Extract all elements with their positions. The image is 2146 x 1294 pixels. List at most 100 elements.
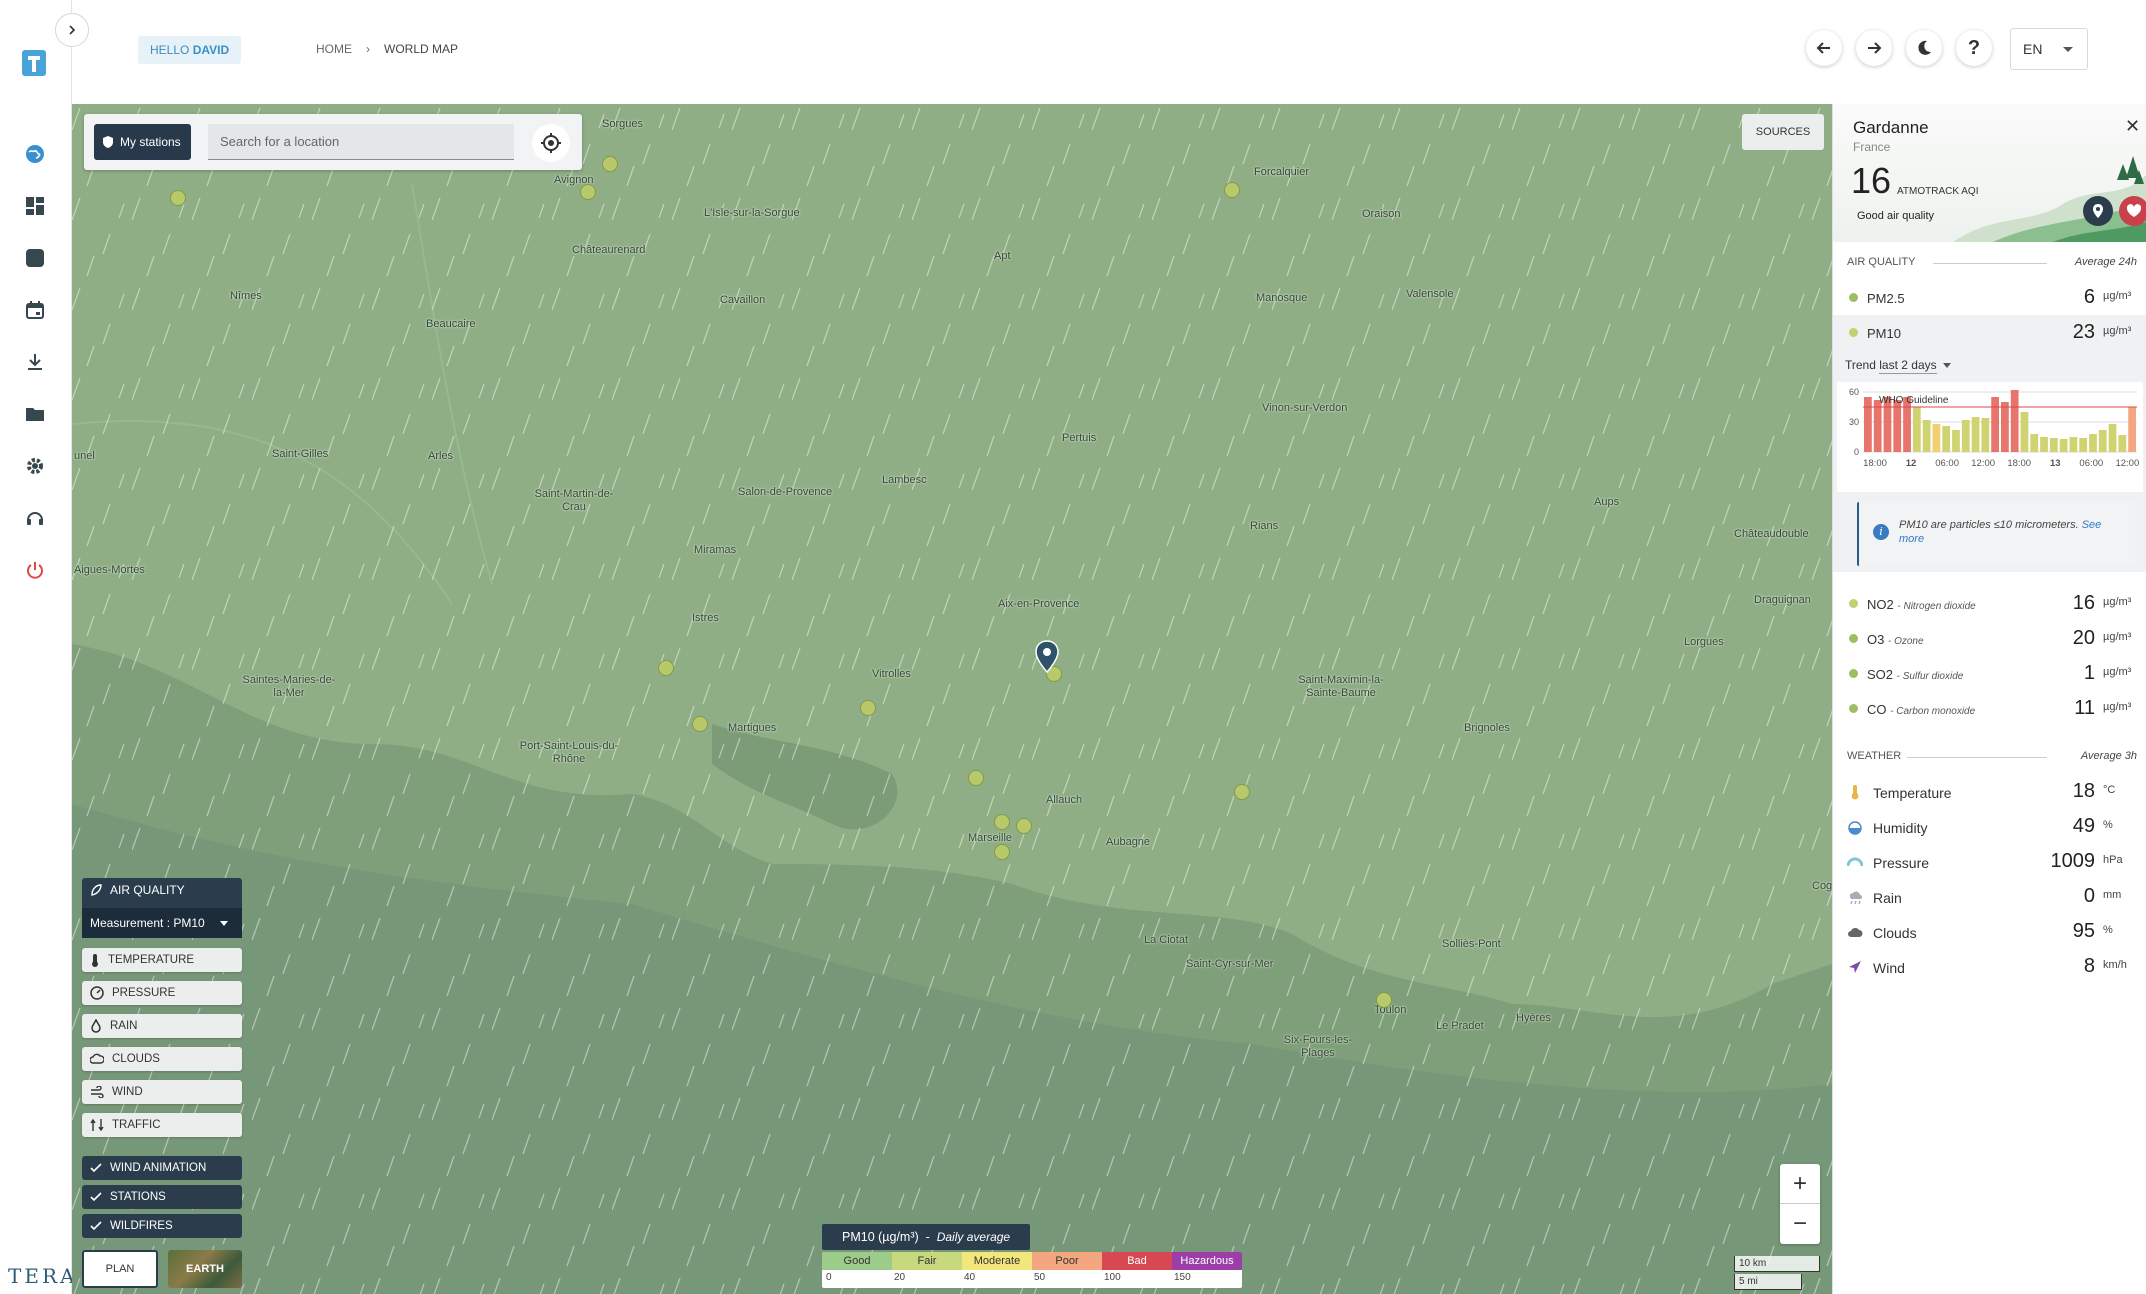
weather-value: 1009 <box>2050 850 2096 872</box>
station-marker[interactable] <box>994 814 1010 830</box>
pollutant-description: Nitrogen dioxide <box>1903 601 1976 612</box>
download-icon[interactable] <box>17 344 53 380</box>
pollutant-unit: µg/m³ <box>2103 290 2132 302</box>
back-button[interactable] <box>1806 30 1842 66</box>
pollutant-row-pm10[interactable]: PM10 23 µg/m³ <box>1833 315 2146 350</box>
chart-x-tick: 18:00 <box>2007 458 2031 469</box>
layer-traffic[interactable]: TRAFFIC <box>82 1113 242 1137</box>
search-input[interactable] <box>208 124 514 160</box>
layer-rain[interactable]: RAIN <box>82 1014 242 1038</box>
city-label: Arles <box>428 450 454 462</box>
status-dot <box>1849 599 1858 608</box>
pm10-legend: PM10 (µg/m³) - Daily average Good Fair M… <box>822 1224 1242 1290</box>
close-panel-button[interactable]: ✕ <box>2125 116 2140 137</box>
settings-gear-icon[interactable] <box>17 448 53 484</box>
forward-button[interactable] <box>1856 30 1892 66</box>
layer-label: TEMPERATURE <box>108 954 195 966</box>
pollutant-row-o3[interactable]: O3 - Ozone 20 µg/m³ <box>1833 621 2146 656</box>
air-quality-layer[interactable]: AIR QUALITY Measurement : PM10 <box>82 878 242 938</box>
city-label: Le Pradet <box>1436 1020 1484 1032</box>
calendar-icon[interactable] <box>17 292 53 328</box>
caret-down-icon <box>1942 363 1951 369</box>
station-marker[interactable] <box>692 716 708 732</box>
view-plan-button[interactable]: PLAN <box>82 1250 158 1288</box>
user-greeting[interactable]: HELLO DAVID <box>138 36 242 64</box>
legend-tick: 40 <box>964 1272 976 1283</box>
toggle-wind-animation[interactable]: WIND ANIMATION <box>82 1156 242 1180</box>
station-marker[interactable] <box>1376 992 1392 1008</box>
chart-y-tick: 0 <box>1854 447 1859 457</box>
folder-icon[interactable] <box>17 396 53 432</box>
weather-value: 8 <box>2083 955 2095 977</box>
zoom-in-button[interactable]: + <box>1780 1164 1820 1204</box>
legend-band-bad: Bad <box>1102 1252 1172 1270</box>
station-marker[interactable] <box>602 156 618 172</box>
weather-row-temperature: Temperature 18 °C <box>1833 774 2146 809</box>
layer-clouds[interactable]: CLOUDS <box>82 1047 242 1071</box>
station-marker[interactable] <box>994 844 1010 860</box>
city-label: Oraison <box>1362 208 1401 220</box>
weather-value: 49 <box>2072 815 2095 837</box>
dashboard-icon[interactable] <box>17 188 53 224</box>
breadcrumb-home[interactable]: HOME <box>316 42 352 56</box>
measurement-select[interactable]: Measurement : PM10 <box>82 908 242 938</box>
city-label: Aigues-Mortes <box>74 564 145 576</box>
layer-temperature[interactable]: TEMPERATURE <box>82 948 242 972</box>
chart-bar <box>1922 420 1931 452</box>
weather-label: Pressure <box>1873 855 1930 871</box>
wind-icon <box>91 1086 104 1098</box>
toggle-stations[interactable]: STATIONS <box>82 1185 242 1209</box>
info-icon: i <box>1873 524 1889 540</box>
close-icon: ✕ <box>2125 116 2141 136</box>
pollutant-code: NO2 <box>1867 597 1894 612</box>
station-marker[interactable] <box>1234 784 1250 800</box>
trend-selector[interactable]: Trend last 2 days <box>1845 358 1951 374</box>
support-headset-icon[interactable] <box>17 500 53 536</box>
language-select[interactable]: EN <box>2010 28 2088 70</box>
station-marker[interactable] <box>170 190 186 206</box>
info-description: PM10 are particles ≤10 micrometers. <box>1899 519 2079 531</box>
favorite-button[interactable] <box>2119 196 2146 226</box>
chart-x-tick: 13 <box>2050 458 2061 469</box>
shield-pin-icon <box>103 136 113 148</box>
selected-location-pin-icon[interactable] <box>1034 640 1060 674</box>
view-earth-button[interactable]: EARTH <box>168 1250 242 1288</box>
chart-bar <box>2079 438 2088 452</box>
station-marker[interactable] <box>968 770 984 786</box>
help-button[interactable]: ? <box>1956 30 1992 66</box>
station-marker[interactable] <box>580 184 596 200</box>
station-marker[interactable] <box>1224 182 1240 198</box>
pollutant-row-no2[interactable]: NO2 - Nitrogen dioxide 16 µg/m³ <box>1833 586 2146 621</box>
expand-sidebar-button[interactable] <box>55 13 89 47</box>
dark-mode-button[interactable] <box>1906 30 1942 66</box>
layer-wind[interactable]: WIND <box>82 1080 242 1104</box>
sources-button[interactable]: SOURCES <box>1742 114 1824 150</box>
section-title: WEATHER <box>1847 750 1902 762</box>
status-dot <box>1849 328 1858 337</box>
locate-me-button[interactable] <box>532 124 570 162</box>
layer-label: WIND <box>112 1086 143 1098</box>
top-bar: HELLO DAVID HOME › WORLD MAP ? EN <box>72 0 2146 104</box>
city-label: Apt <box>994 250 1011 262</box>
zoom-out-button[interactable]: − <box>1780 1204 1820 1244</box>
station-marker[interactable] <box>1016 818 1032 834</box>
logout-power-icon[interactable] <box>17 552 53 588</box>
station-marker[interactable] <box>658 660 674 676</box>
layer-pressure[interactable]: PRESSURE <box>82 981 242 1005</box>
world-map[interactable]: Sorgues Avignon L'Isle-sur-la-Sorgue Châ… <box>72 104 1832 1294</box>
my-stations-button[interactable]: My stations <box>94 124 191 160</box>
pollutant-row-pm25[interactable]: PM2.5 6 µg/m³ <box>1833 280 2146 315</box>
pollutant-row-co[interactable]: CO - Carbon monoxide 11 µg/m³ <box>1833 691 2146 726</box>
toggle-wildfires[interactable]: WILDFIRES <box>82 1214 242 1238</box>
chart-x-tick: 12:00 <box>2115 458 2139 469</box>
station-marker[interactable] <box>860 700 876 716</box>
globe-icon[interactable] <box>17 136 53 172</box>
pollutant-row-so2[interactable]: SO2 - Sulfur dioxide 1 µg/m³ <box>1833 656 2146 691</box>
traffic-icon <box>90 1118 104 1132</box>
reports-icon[interactable] <box>17 240 53 276</box>
section-average: Average 24h <box>2074 256 2137 268</box>
legend-tick: 20 <box>894 1272 906 1283</box>
tera-logo[interactable] <box>20 48 50 82</box>
chart-bar <box>2040 437 2048 452</box>
locate-station-button[interactable] <box>2083 196 2113 226</box>
